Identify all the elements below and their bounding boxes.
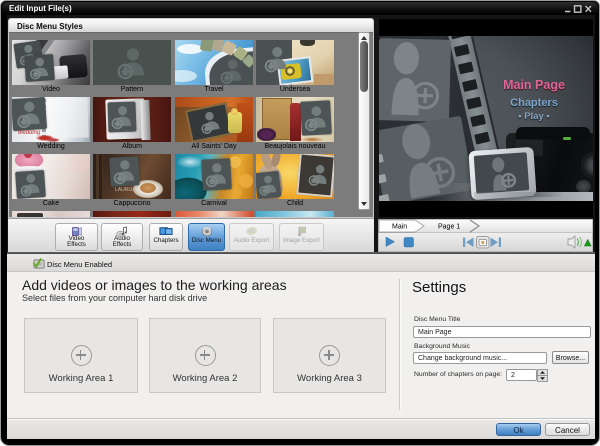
svg-text:Page 1: Page 1 (438, 224, 460, 231)
svg-text:Main: Main (392, 224, 407, 231)
